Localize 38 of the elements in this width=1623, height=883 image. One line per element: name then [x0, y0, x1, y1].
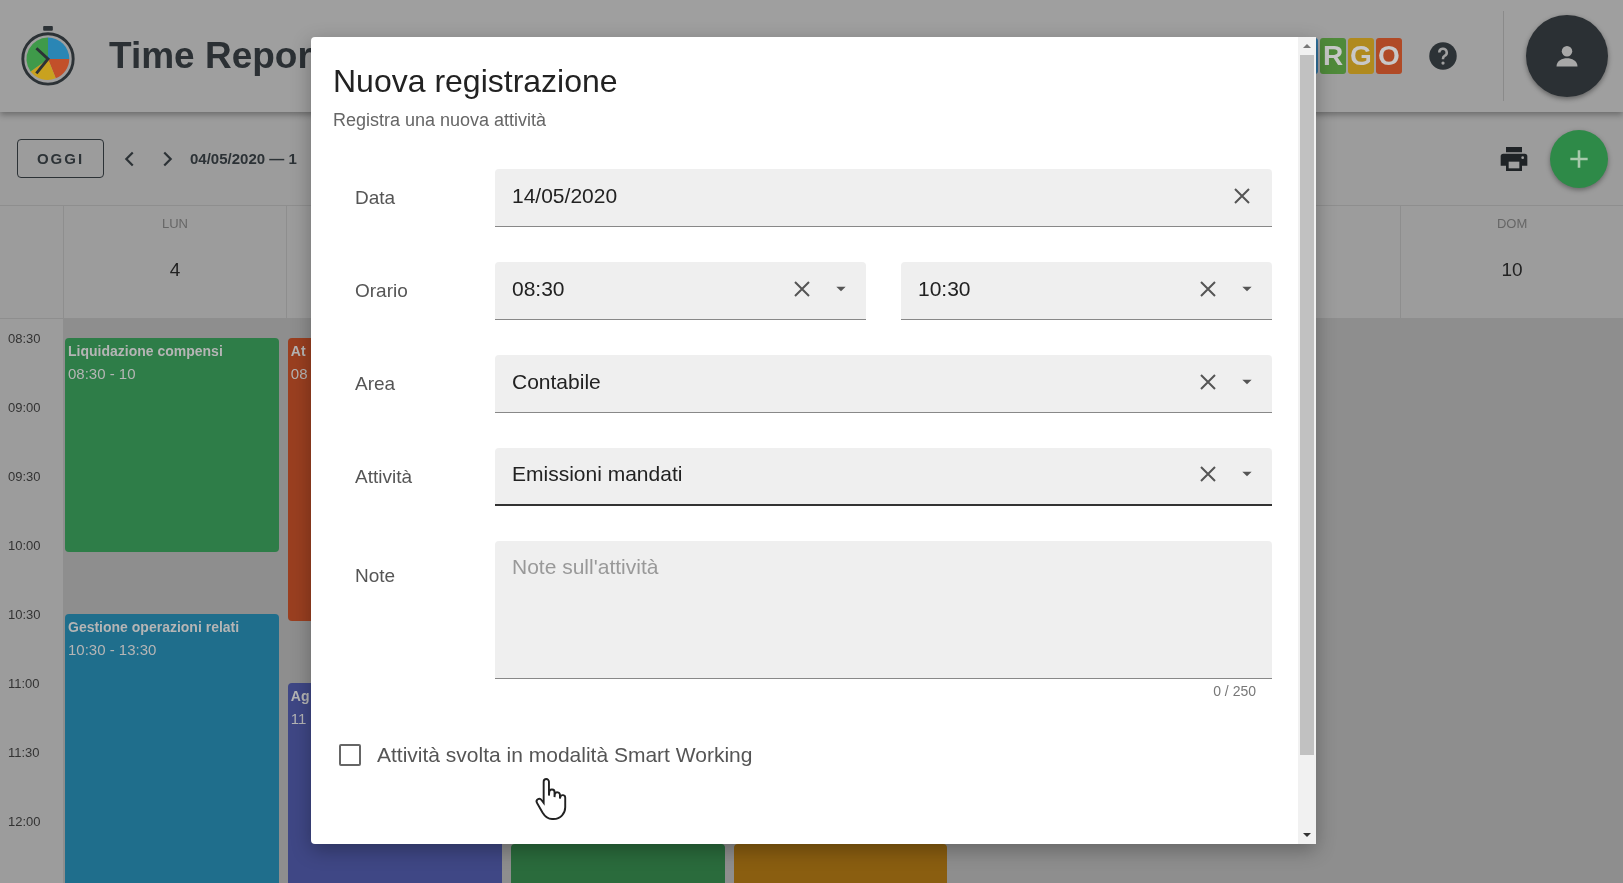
field-label: Data — [355, 187, 397, 209]
hand-cursor-icon — [533, 778, 569, 822]
note-field[interactable]: Note sull'attività — [495, 541, 1272, 679]
event-title: Liquidazione compensi — [68, 343, 224, 359]
event-time: 10:30 - 13:30 — [68, 641, 158, 658]
day-number: 10 — [1501, 259, 1523, 281]
event-time: 11 — [290, 710, 308, 727]
today-button[interactable]: OGGI — [17, 139, 104, 178]
brand-tile: G — [1348, 38, 1374, 74]
scrollbar[interactable] — [1298, 37, 1316, 844]
dialog-title: Nuova registrazione — [333, 63, 619, 100]
select-field[interactable]: Emissioni mandati — [495, 448, 1272, 506]
checkbox[interactable] — [339, 744, 361, 766]
event-time: 08:30 - 10 — [68, 365, 137, 382]
event-title: At — [290, 343, 307, 359]
scroll-up-icon[interactable] — [1302, 41, 1312, 51]
event-time: 08 — [290, 365, 309, 382]
date-range: 04/05/2020 — 1 — [190, 150, 297, 167]
field-label: Area — [355, 373, 397, 395]
field-label: Orario — [355, 280, 409, 302]
select-field[interactable]: Contabile — [495, 355, 1272, 413]
event-title: Ag — [290, 688, 311, 704]
brand-tile: R — [1320, 38, 1346, 74]
select-field[interactable]: 08:30 — [495, 262, 866, 320]
date-field[interactable]: 14/05/2020 — [495, 169, 1272, 227]
brand-tile: O — [1376, 38, 1402, 74]
day-number: 4 — [169, 259, 181, 281]
help-icon[interactable] — [1428, 41, 1458, 71]
app-title: Time Repor — [109, 35, 312, 77]
character-counter: 0 / 250 — [1213, 683, 1256, 699]
field-label: Attività — [355, 466, 414, 488]
checkbox-label[interactable]: Attività svolta in modalità Smart Working — [377, 743, 753, 767]
field-label: Note — [355, 565, 397, 587]
dialog-subtitle: Registra una nuova attività — [333, 110, 548, 131]
user-avatar[interactable] — [1526, 15, 1608, 97]
scroll-down-icon[interactable] — [1302, 830, 1312, 840]
select-field[interactable]: 10:30 — [901, 262, 1272, 320]
event-title: Gestione operazioni relati — [68, 619, 241, 635]
